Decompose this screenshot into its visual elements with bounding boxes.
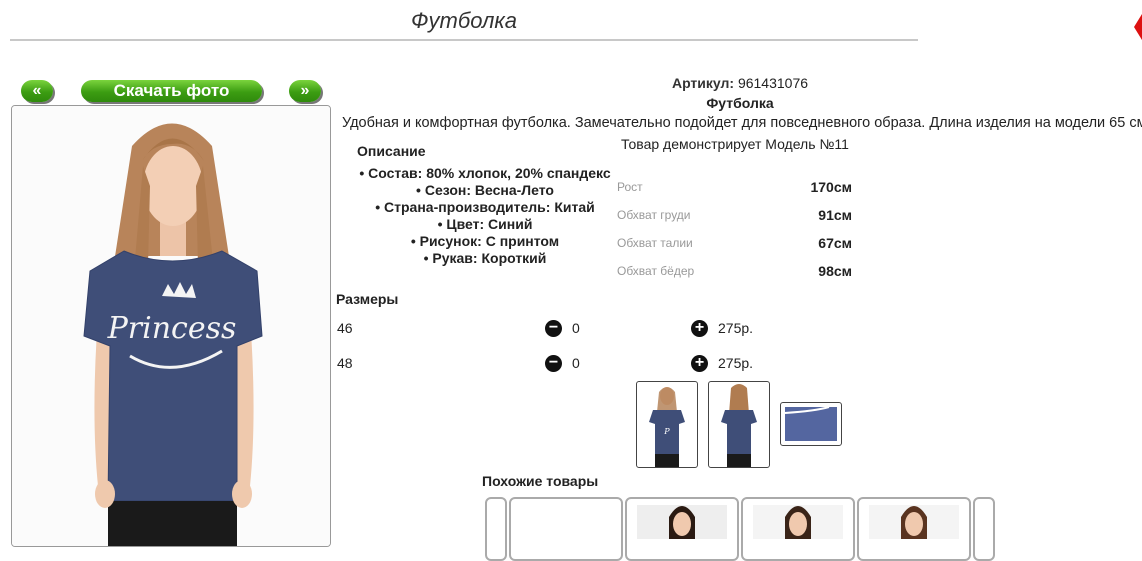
plus-circle-icon[interactable]: + <box>691 320 708 337</box>
prev-photo-button[interactable]: « <box>21 80 53 102</box>
quantity-value: 0 <box>572 320 580 336</box>
thumbnail-fabric[interactable] <box>780 402 842 446</box>
similar-products-heading: Похожие товары <box>482 473 599 489</box>
plus-circle-icon[interactable]: + <box>691 355 708 372</box>
page-title: Футболка <box>411 8 517 33</box>
measure-label-waist: Обхват талии <box>617 236 693 250</box>
measure-label-height: Рост <box>617 180 643 194</box>
sku-value: 961431076 <box>737 75 809 91</box>
sizes-heading: Размеры <box>336 291 399 307</box>
minus-circle-icon[interactable]: − <box>545 355 562 372</box>
similar-product-card[interactable] <box>625 497 739 561</box>
similar-product-card[interactable] <box>741 497 855 561</box>
spec-item: • Цвет: Синий <box>437 216 533 232</box>
spec-item: • Рукав: Короткий <box>423 250 547 266</box>
download-photo-button[interactable]: Скачать фото <box>81 80 262 102</box>
title-divider <box>10 39 918 41</box>
model-note: Товар демонстрирует Модель №11 <box>621 136 849 152</box>
size-label: 46 <box>337 320 353 336</box>
thumbnail-front[interactable]: P <box>636 381 698 468</box>
spec-text: Цвет: Синий <box>446 216 533 232</box>
similar-scroll-left[interactable] <box>485 497 507 561</box>
size-label: 48 <box>337 355 353 371</box>
spec-item: • Страна-производитель: Китай <box>375 199 595 215</box>
thumbnail-image <box>721 384 757 467</box>
spec-item: • Состав: 80% хлопок, 20% спандекс <box>359 165 611 181</box>
measure-label-chest: Обхват груди <box>617 208 691 222</box>
measure-value-chest: 91см <box>818 207 852 223</box>
similar-product-card[interactable] <box>509 497 623 561</box>
thumbnail-image: P <box>649 387 685 467</box>
price-value: 275р. <box>718 355 754 371</box>
measure-value-hips: 98см <box>818 263 852 279</box>
similar-scroll-right[interactable] <box>973 497 995 561</box>
spec-text: Рисунок: С принтом <box>419 233 560 249</box>
next-photo-button[interactable]: » <box>289 80 321 102</box>
spec-text: Страна-производитель: Китай <box>384 199 595 215</box>
spec-item: • Сезон: Весна-Лето <box>416 182 554 198</box>
sku-line: Артикул: 961431076 <box>560 75 920 91</box>
similar-product-image <box>753 505 843 539</box>
print-text: Princess <box>107 311 237 346</box>
spec-item: • Рисунок: С принтом <box>410 233 560 249</box>
price-value: 275р. <box>718 320 754 336</box>
svg-text:P: P <box>663 427 670 436</box>
spec-text: Рукав: Короткий <box>432 250 547 266</box>
minus-circle-icon[interactable]: − <box>545 320 562 337</box>
sku-label: Артикул: <box>671 75 735 91</box>
product-name: Футболка <box>706 95 774 111</box>
thumbnail-image <box>784 406 837 441</box>
measure-value-waist: 67см <box>818 235 852 251</box>
corner-logo-icon <box>1132 12 1142 42</box>
model-image: Princess <box>12 106 330 546</box>
description-heading: Описание <box>357 143 426 159</box>
measure-label-hips: Обхват бёдер <box>617 264 695 278</box>
quantity-value: 0 <box>572 355 580 371</box>
spec-text: Состав: 80% хлопок, 20% спандекс <box>368 165 611 181</box>
thumbnail-back[interactable] <box>708 381 770 468</box>
measure-value-height: 170см <box>810 179 852 195</box>
similar-product-card[interactable] <box>857 497 971 561</box>
spec-text: Сезон: Весна-Лето <box>424 182 554 198</box>
similar-product-image <box>637 505 727 539</box>
product-description: Удобная и комфортная футболка. Замечател… <box>342 115 1142 131</box>
product-photo[interactable]: Princess <box>11 105 331 547</box>
similar-product-image <box>869 505 959 539</box>
